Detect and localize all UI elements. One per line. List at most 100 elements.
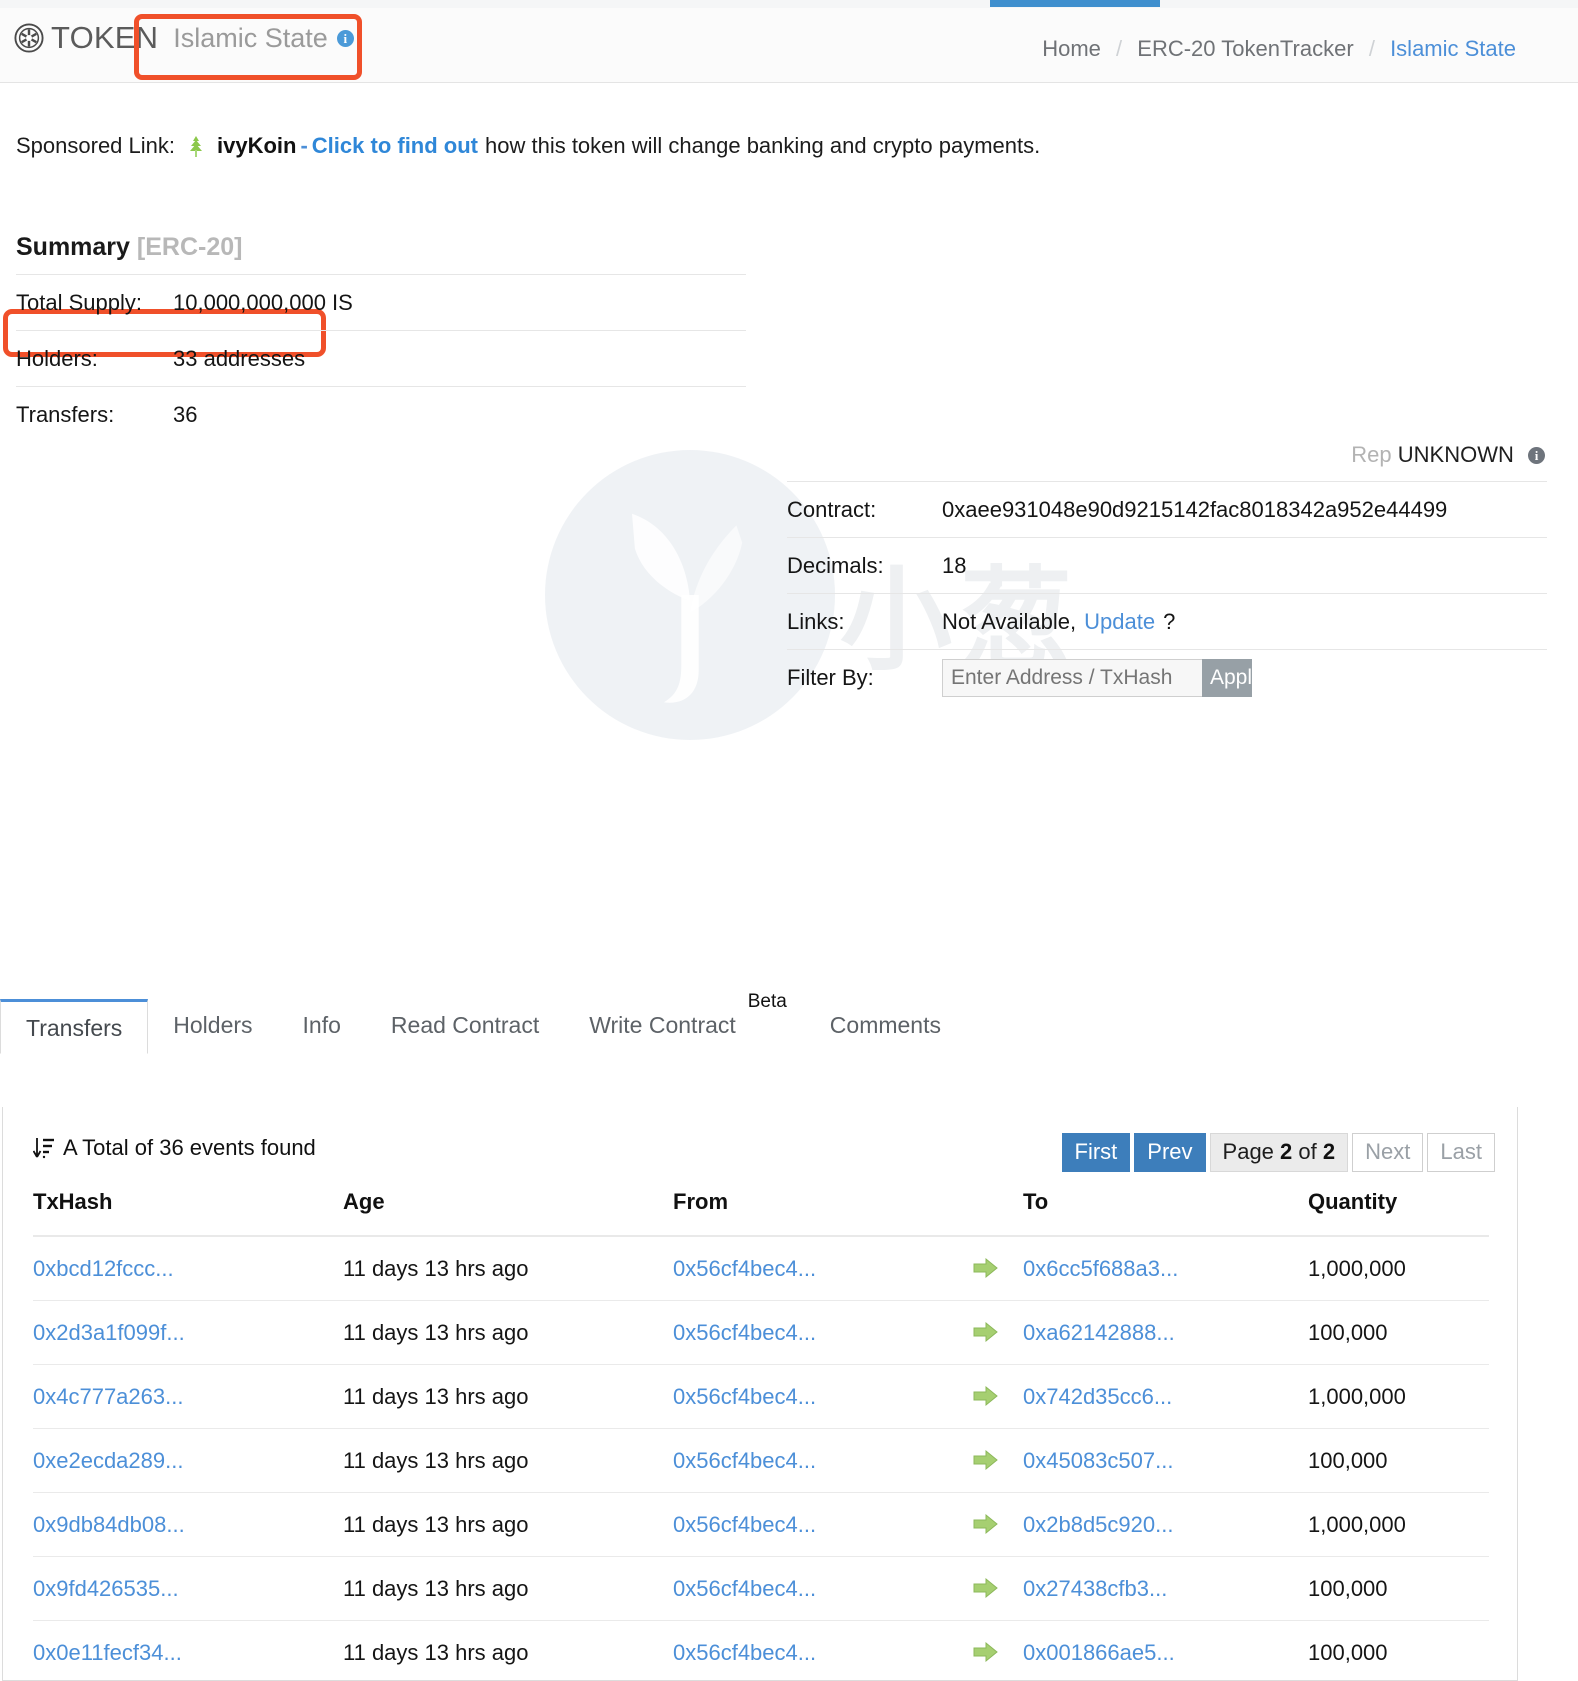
sort-descending-icon[interactable] [33, 1136, 55, 1160]
to-address-link[interactable]: 0x001866ae5... [1023, 1640, 1175, 1665]
to-address-link[interactable]: 0xa62142888... [1023, 1320, 1175, 1345]
table-row: 0x4c777a263...11 days 13 hrs ago0x56cf4b… [33, 1365, 1489, 1429]
token-name-group: Islamic State i [173, 23, 354, 54]
from-address-link[interactable]: 0x56cf4bec4... [673, 1320, 816, 1345]
column-header-from: From [673, 1189, 948, 1236]
details-row-filter: Filter By: Apply [787, 649, 1547, 705]
cell-arrow [948, 1301, 1023, 1365]
from-address-link[interactable]: 0x56cf4bec4... [673, 1256, 816, 1281]
table-row: 0xbcd12fccc...11 days 13 hrs ago0x56cf4b… [33, 1236, 1489, 1301]
tab-read-contract[interactable]: Read Contract [366, 999, 564, 1054]
filter-input[interactable] [942, 659, 1202, 697]
txhash-link[interactable]: 0xbcd12fccc... [33, 1256, 174, 1281]
arrow-right-icon [973, 1641, 999, 1663]
txhash-link[interactable]: 0x9fd426535... [33, 1576, 179, 1601]
summary-key-transfers: Transfers: [16, 402, 173, 428]
to-address-link[interactable]: 0x45083c507... [1023, 1448, 1173, 1473]
breadcrumb-home[interactable]: Home [1042, 36, 1101, 61]
breadcrumb-current[interactable]: Islamic State [1390, 36, 1516, 61]
token-label: TOKEN [51, 20, 158, 56]
tab-holders[interactable]: Holders [148, 999, 277, 1054]
from-address-link[interactable]: 0x56cf4bec4... [673, 1384, 816, 1409]
txhash-link[interactable]: 0x0e11fecf34... [33, 1640, 182, 1665]
reputation-value: UNKNOWN [1398, 442, 1514, 467]
reputation-info-icon[interactable]: i [1528, 447, 1545, 464]
tab-comments[interactable]: Comments [805, 999, 966, 1054]
sponsored-tail-text: how this token will change banking and c… [485, 133, 1040, 159]
to-address-link[interactable]: 0x742d35cc6... [1023, 1384, 1172, 1409]
filter-apply-button[interactable]: Apply [1202, 659, 1252, 697]
summary-title-text: Summary [16, 233, 130, 261]
table-row: 0x9db84db08...11 days 13 hrs ago0x56cf4b… [33, 1493, 1489, 1557]
from-address-link[interactable]: 0x56cf4bec4... [673, 1640, 816, 1665]
details-value-decimals: 18 [942, 553, 966, 579]
summary-key-holders: Holders: [16, 346, 173, 372]
page-header: TOKEN Islamic State i Home / ERC-20 Toke… [0, 8, 1578, 83]
events-found-text: A Total of 36 events found [63, 1135, 316, 1161]
column-header-quantity: Quantity [1308, 1189, 1489, 1236]
details-row-contract: Contract: 0xaee931048e90d9215142fac80183… [787, 481, 1547, 537]
sponsored-link-bar: Sponsored Link: ivyKoin - Click to find … [16, 133, 1578, 159]
transfers-table: TxHash Age From To Quantity 0xbcd12fccc.… [33, 1189, 1489, 1681]
cell-age: 11 days 13 hrs ago [343, 1557, 673, 1621]
cell-age: 11 days 13 hrs ago [343, 1429, 673, 1493]
to-address-link[interactable]: 0x27438cfb3... [1023, 1576, 1167, 1601]
reputation-row: Rep UNKNOWN i [787, 442, 1547, 481]
links-update-link[interactable]: Update [1084, 609, 1155, 635]
breadcrumb-tracker[interactable]: ERC-20 TokenTracker [1137, 36, 1353, 61]
pagination-next-button[interactable]: Next [1352, 1133, 1423, 1172]
details-key-filter: Filter By: [787, 665, 942, 691]
cell-txhash: 0x2d3a1f099f... [33, 1301, 343, 1365]
cell-quantity: 1,000,000 [1308, 1236, 1489, 1301]
links-help-mark[interactable]: ? [1163, 609, 1175, 635]
from-address-link[interactable]: 0x56cf4bec4... [673, 1512, 816, 1537]
txhash-link[interactable]: 0x2d3a1f099f... [33, 1320, 185, 1345]
token-details-panel: Rep UNKNOWN i Contract: 0xaee931048e90d9… [787, 442, 1547, 705]
table-row: 0x2d3a1f099f...11 days 13 hrs ago0x56cf4… [33, 1301, 1489, 1365]
breadcrumb-separator-1: / [1116, 36, 1122, 61]
cell-from: 0x56cf4bec4... [673, 1365, 948, 1429]
cell-to: 0x742d35cc6... [1023, 1365, 1308, 1429]
txhash-link[interactable]: 0x9db84db08... [33, 1512, 185, 1537]
to-address-link[interactable]: 0x2b8d5c920... [1023, 1512, 1173, 1537]
arrow-right-icon [973, 1385, 999, 1407]
pagination-controls: First Prev Page 2 of 2 Next Last [1062, 1133, 1495, 1172]
cell-txhash: 0xe2ecda289... [33, 1429, 343, 1493]
cell-from: 0x56cf4bec4... [673, 1429, 948, 1493]
cell-arrow [948, 1429, 1023, 1493]
txhash-link[interactable]: 0xe2ecda289... [33, 1448, 183, 1473]
txhash-link[interactable]: 0x4c777a263... [33, 1384, 183, 1409]
cell-txhash: 0x0e11fecf34... [33, 1621, 343, 1681]
column-header-age: Age [343, 1189, 673, 1236]
contract-address-link[interactable]: 0xaee931048e90d9215142fac8018342a952e444… [942, 497, 1447, 523]
cell-quantity: 100,000 [1308, 1429, 1489, 1493]
cell-quantity: 100,000 [1308, 1301, 1489, 1365]
cell-to: 0x6cc5f688a3... [1023, 1236, 1308, 1301]
to-address-link[interactable]: 0x6cc5f688a3... [1023, 1256, 1178, 1281]
cell-quantity: 100,000 [1308, 1621, 1489, 1681]
arrow-right-icon [973, 1257, 999, 1279]
cell-txhash: 0xbcd12fccc... [33, 1236, 343, 1301]
reputation-label: Rep [1351, 442, 1391, 467]
details-row-links: Links: Not Available, Update ? [787, 593, 1547, 649]
tab-transfers[interactable]: Transfers [0, 999, 148, 1054]
from-address-link[interactable]: 0x56cf4bec4... [673, 1576, 816, 1601]
pagination-last-button[interactable]: Last [1427, 1133, 1495, 1172]
top-accent-bar [990, 0, 1160, 7]
tab-write-contract[interactable]: Write Contract Beta [564, 999, 761, 1054]
summary-value-holders: 33 addresses [173, 346, 305, 372]
table-header-row: TxHash Age From To Quantity [33, 1189, 1489, 1236]
pagination-page-prefix: Page [1223, 1139, 1274, 1164]
cell-txhash: 0x9db84db08... [33, 1493, 343, 1557]
info-icon[interactable]: i [337, 30, 354, 47]
from-address-link[interactable]: 0x56cf4bec4... [673, 1448, 816, 1473]
summary-value-total-supply: 10,000,000,000 IS [173, 290, 353, 316]
table-row: 0x0e11fecf34...11 days 13 hrs ago0x56cf4… [33, 1621, 1489, 1681]
pagination-first-button[interactable]: First [1062, 1133, 1131, 1172]
tab-info[interactable]: Info [278, 999, 366, 1054]
pagination-page-of: of [1298, 1139, 1316, 1164]
pagination-prev-button[interactable]: Prev [1134, 1133, 1205, 1172]
sponsored-brand[interactable]: ivyKoin [217, 133, 296, 159]
sponsored-cta-link[interactable]: Click to find out [312, 133, 478, 159]
top-accent-bar-container [0, 0, 1578, 8]
